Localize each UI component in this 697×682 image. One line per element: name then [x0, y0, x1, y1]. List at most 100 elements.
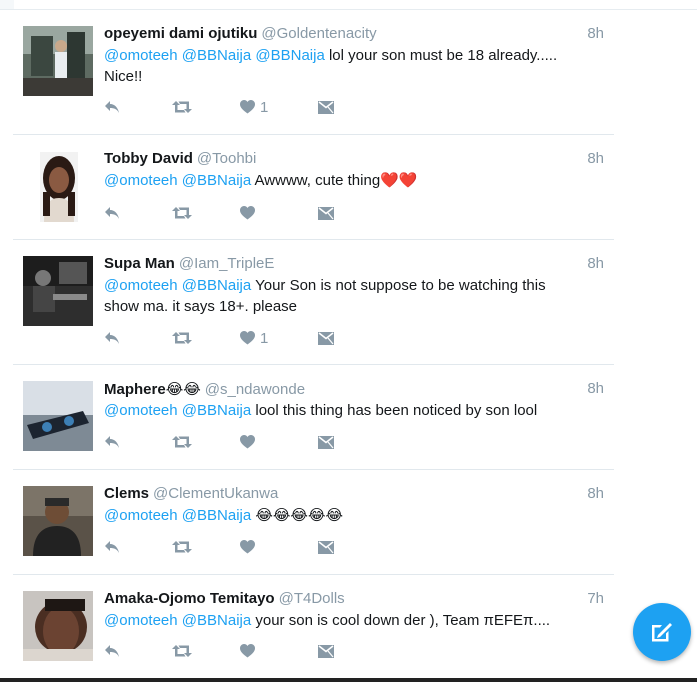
timestamp[interactable]: 8h — [587, 254, 604, 274]
direct-message-icon — [318, 331, 334, 345]
direct-message-button[interactable] — [318, 206, 348, 220]
avatar[interactable] — [23, 256, 93, 326]
mention-link[interactable]: @omoteeh — [104, 507, 178, 524]
retweet-button[interactable] — [172, 331, 240, 345]
retweet-button[interactable] — [172, 644, 240, 658]
user-name[interactable]: Supa Man — [104, 255, 175, 272]
direct-message-button[interactable] — [318, 435, 348, 449]
retweet-icon — [172, 207, 192, 219]
user-name[interactable]: Maphere — [104, 381, 166, 398]
tweet-actions — [104, 537, 348, 557]
heart-icon — [240, 331, 255, 345]
retweet-button[interactable] — [172, 540, 240, 554]
mention-link[interactable]: @omoteeh — [104, 402, 178, 419]
like-button[interactable]: 1 — [240, 99, 318, 116]
mention-link[interactable]: @BBNaija — [182, 172, 251, 189]
tweet-text: @omoteeh @BBNaija @BBNaija lol your son … — [104, 45, 614, 87]
laughing-emoji: 😂😂😂😂😂 — [255, 506, 344, 524]
reply-button[interactable] — [104, 540, 172, 554]
user-handle[interactable]: @ClementUkanwa — [153, 485, 278, 502]
direct-message-icon — [318, 644, 334, 658]
like-count: 1 — [260, 329, 269, 347]
top-strip — [0, 0, 697, 10]
like-button[interactable] — [240, 644, 318, 658]
direct-message-button[interactable] — [318, 540, 348, 554]
reply-button[interactable] — [104, 100, 172, 114]
direct-message-button[interactable] — [318, 644, 348, 658]
avatar[interactable] — [23, 381, 93, 451]
tweet-actions: 1 — [104, 97, 348, 117]
tweet-body: Your Son is not suppose to be watching t… — [255, 277, 546, 294]
retweet-icon — [172, 332, 192, 344]
tweet-feed: opeyemi dami ojutiku @Goldentenacity 8h @… — [13, 10, 614, 678]
mention-link[interactable]: @BBNaija — [255, 47, 324, 64]
user-name[interactable]: Amaka-Ojomo Temitayo — [104, 590, 275, 607]
user-handle[interactable]: @Iam_TripleE — [179, 255, 275, 272]
heart-emoji: ❤️❤️ — [380, 171, 418, 189]
tweet-actions — [104, 641, 348, 661]
user-name[interactable]: Clems — [104, 485, 149, 502]
mention-link[interactable]: @omoteeh — [104, 612, 178, 629]
retweet-button[interactable] — [172, 435, 240, 449]
avatar[interactable] — [40, 152, 78, 222]
timestamp[interactable]: 8h — [587, 484, 604, 504]
reply-button[interactable] — [104, 435, 172, 449]
tweet-text: @omoteeh @BBNaija your son is cool down … — [104, 610, 614, 631]
mention-link[interactable]: @omoteeh — [104, 172, 178, 189]
tweet[interactable]: Clems @ClementUkanwa 8h @omoteeh @BBNaija… — [13, 470, 614, 575]
tweet[interactable]: Supa Man @Iam_TripleE 8h @omoteeh @BBNaij… — [13, 240, 614, 365]
timestamp[interactable]: 8h — [587, 24, 604, 44]
tweet[interactable]: Tobby David @Toohbi 8h @omoteeh @BBNaija … — [13, 135, 614, 240]
reply-icon — [105, 541, 119, 553]
tweet[interactable]: Amaka-Ojomo Temitayo @T4Dolls 7h @omoteeh… — [13, 575, 614, 678]
retweet-button[interactable] — [172, 206, 240, 220]
tweet-body: Awwww, cute thing — [254, 172, 381, 189]
heart-icon — [240, 100, 255, 114]
tweet[interactable]: Maphere😂😂 @s_ndawonde 8h @omoteeh @BBNaij… — [13, 365, 614, 470]
timestamp[interactable]: 8h — [587, 149, 604, 169]
reply-icon — [105, 332, 119, 344]
mention-link[interactable]: @BBNaija — [182, 277, 251, 294]
name-emoji: 😂😂 — [165, 380, 201, 398]
tweet-header: Amaka-Ojomo Temitayo @T4Dolls — [104, 589, 614, 609]
tweet-text: @omoteeh @BBNaija Your Son is not suppos… — [104, 275, 614, 317]
reply-button[interactable] — [104, 206, 172, 220]
like-count: 1 — [260, 98, 269, 116]
like-button[interactable] — [240, 540, 318, 554]
mention-link[interactable]: @BBNaija — [182, 507, 251, 524]
avatar[interactable] — [23, 486, 93, 556]
compose-tweet-button[interactable] — [633, 603, 691, 661]
heart-icon — [240, 540, 255, 554]
retweet-icon — [172, 436, 192, 448]
avatar[interactable] — [23, 26, 93, 96]
mention-link[interactable]: @omoteeh — [104, 277, 178, 294]
mention-link[interactable]: @BBNaija — [182, 402, 251, 419]
reply-button[interactable] — [104, 331, 172, 345]
reply-button[interactable] — [104, 644, 172, 658]
avatar[interactable] — [23, 591, 93, 661]
tweet-text: @omoteeh @BBNaija lool this thing has be… — [104, 400, 614, 421]
reply-icon — [105, 101, 119, 113]
user-handle[interactable]: @T4Dolls — [279, 590, 345, 607]
mention-link[interactable]: @BBNaija — [182, 47, 251, 64]
timestamp[interactable]: 8h — [587, 379, 604, 399]
heart-icon — [240, 206, 255, 220]
like-button[interactable] — [240, 206, 318, 220]
direct-message-button[interactable] — [318, 100, 348, 114]
user-name[interactable]: opeyemi dami ojutiku — [104, 25, 257, 42]
tweet[interactable]: opeyemi dami ojutiku @Goldentenacity 8h @… — [13, 10, 614, 135]
user-handle[interactable]: @Goldentenacity — [261, 25, 376, 42]
like-button[interactable]: 1 — [240, 330, 318, 347]
mention-link[interactable]: @BBNaija — [182, 612, 251, 629]
user-name[interactable]: Tobby David — [104, 150, 193, 167]
user-handle[interactable]: @s_ndawonde — [205, 381, 305, 398]
mention-link[interactable]: @omoteeh — [104, 47, 178, 64]
like-button[interactable] — [240, 435, 318, 449]
retweet-button[interactable] — [172, 100, 240, 114]
top-strip-accent — [0, 0, 14, 9]
reply-icon — [105, 207, 119, 219]
user-handle[interactable]: @Toohbi — [197, 150, 256, 167]
direct-message-button[interactable] — [318, 331, 348, 345]
timestamp[interactable]: 7h — [587, 589, 604, 609]
retweet-icon — [172, 645, 192, 657]
